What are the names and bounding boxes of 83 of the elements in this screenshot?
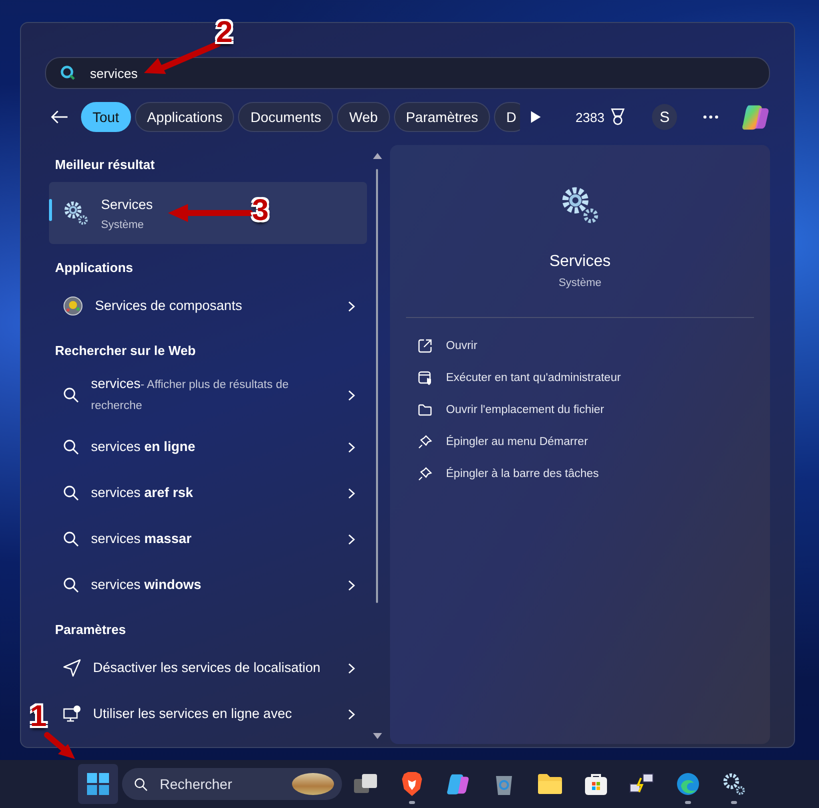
windows-logo-icon bbox=[86, 772, 110, 796]
search-icon bbox=[63, 439, 79, 455]
action-item[interactable]: Ouvrir l'emplacement du fichier bbox=[418, 394, 742, 426]
result-title: services en ligne bbox=[91, 438, 196, 456]
chevron-right-icon bbox=[348, 580, 355, 590]
monitor-icon bbox=[63, 705, 81, 723]
result-title: services windows bbox=[91, 576, 202, 594]
detail-subtitle: Système bbox=[558, 277, 602, 289]
start-button[interactable] bbox=[78, 764, 118, 804]
section-heading: Rechercher sur le Web bbox=[54, 342, 197, 360]
scroll-up-icon[interactable] bbox=[372, 153, 382, 159]
back-arrow-icon[interactable] bbox=[51, 110, 68, 124]
result-item[interactable]: services en ligne bbox=[49, 426, 367, 468]
component-sphere-icon bbox=[63, 296, 83, 316]
result-item[interactable]: services massar bbox=[49, 518, 367, 560]
action-item[interactable]: Exécuter en tant qu'administrateur bbox=[418, 362, 742, 394]
filter-tab[interactable]: Applications bbox=[134, 102, 234, 132]
account-avatar[interactable]: S bbox=[652, 104, 678, 130]
detail-title: Services bbox=[549, 253, 611, 271]
step-number: 3 bbox=[252, 196, 269, 226]
result-item[interactable]: Désactiver les services de localisation bbox=[49, 647, 367, 689]
step-number: 2 bbox=[216, 18, 233, 48]
chevron-right-icon bbox=[348, 390, 355, 400]
action-label: Ouvrir bbox=[446, 340, 478, 352]
action-label: Exécuter en tant qu'administrateur bbox=[446, 372, 621, 384]
result-title: Services bbox=[101, 196, 153, 214]
result-title: Services de composants bbox=[95, 297, 242, 315]
result-subtitle: Système bbox=[101, 219, 145, 231]
result-item[interactable]: Services de composants bbox=[49, 285, 367, 327]
filter-tab[interactable]: D bbox=[494, 102, 520, 132]
search-icon bbox=[63, 577, 79, 593]
more-icon[interactable] bbox=[703, 115, 719, 119]
medal-icon[interactable] bbox=[610, 108, 626, 126]
search-icon bbox=[134, 776, 148, 792]
chevron-right-icon bbox=[348, 662, 355, 674]
location-arrow-icon bbox=[63, 659, 81, 677]
action-item[interactable]: Épingler à la barre des tâches bbox=[418, 458, 742, 490]
taskbar-search-input[interactable]: Rechercher bbox=[158, 775, 282, 793]
search-icon bbox=[63, 485, 79, 501]
pin-icon bbox=[418, 467, 432, 481]
search-icon bbox=[60, 65, 76, 81]
result-title: services massar bbox=[91, 530, 192, 548]
scroll-down-icon[interactable] bbox=[372, 733, 382, 739]
pointer-arrow bbox=[44, 732, 76, 760]
result-item[interactable]: services windows bbox=[49, 564, 367, 606]
filter-tab[interactable]: Tout bbox=[80, 102, 131, 132]
result-title: services- Afficher plus de résultats de recherche bbox=[91, 375, 290, 414]
filter-tab[interactable]: Documents bbox=[238, 102, 334, 132]
folder-icon bbox=[418, 404, 432, 416]
pin-icon bbox=[418, 435, 432, 449]
result-item[interactable]: services aref rsk bbox=[49, 472, 367, 514]
action-label: Épingler à la barre des tâches bbox=[446, 468, 599, 480]
filter-tab[interactable]: Paramètres bbox=[394, 102, 490, 132]
taskbar-search-field[interactable]: Rechercher bbox=[122, 768, 342, 800]
result-title: Désactiver les services de localisation bbox=[93, 659, 320, 677]
action-item[interactable]: Épingler au menu Démarrer bbox=[418, 426, 742, 458]
gears-icon bbox=[63, 200, 89, 226]
chevron-right-icon bbox=[348, 300, 355, 312]
section-heading: Paramètres bbox=[54, 621, 127, 639]
search-field[interactable]: services bbox=[45, 57, 770, 89]
open-external-icon bbox=[418, 339, 432, 353]
action-label: Ouvrir l'emplacement du fichier bbox=[446, 404, 604, 416]
result-item[interactable]: services- Afficher plus de résultats de recherche bbox=[49, 368, 367, 422]
result-title: Utiliser les services en ligne avec bbox=[93, 705, 292, 723]
chevron-right-icon bbox=[348, 442, 355, 452]
play-icon[interactable] bbox=[530, 110, 542, 124]
filter-tab[interactable]: Web bbox=[337, 102, 390, 132]
shield-window-icon bbox=[418, 371, 432, 385]
chevron-right-icon bbox=[348, 534, 355, 544]
section-heading: Applications bbox=[54, 259, 134, 277]
action-label: Épingler au menu Démarrer bbox=[446, 436, 588, 448]
section-heading: Meilleur résultat bbox=[54, 156, 156, 174]
rewards-points[interactable]: 2383 bbox=[576, 110, 604, 124]
search-input[interactable]: services bbox=[88, 64, 392, 82]
result-item[interactable]: Utiliser les services en ligne avec bbox=[49, 693, 367, 735]
result-title: services aref rsk bbox=[91, 484, 194, 502]
chevron-right-icon bbox=[348, 488, 355, 498]
action-item[interactable]: Ouvrir bbox=[418, 330, 742, 362]
search-icon bbox=[63, 387, 79, 403]
step-number: 1 bbox=[30, 702, 47, 732]
search-icon bbox=[63, 531, 79, 547]
chevron-right-icon bbox=[348, 708, 355, 720]
selection-indicator bbox=[49, 199, 52, 221]
